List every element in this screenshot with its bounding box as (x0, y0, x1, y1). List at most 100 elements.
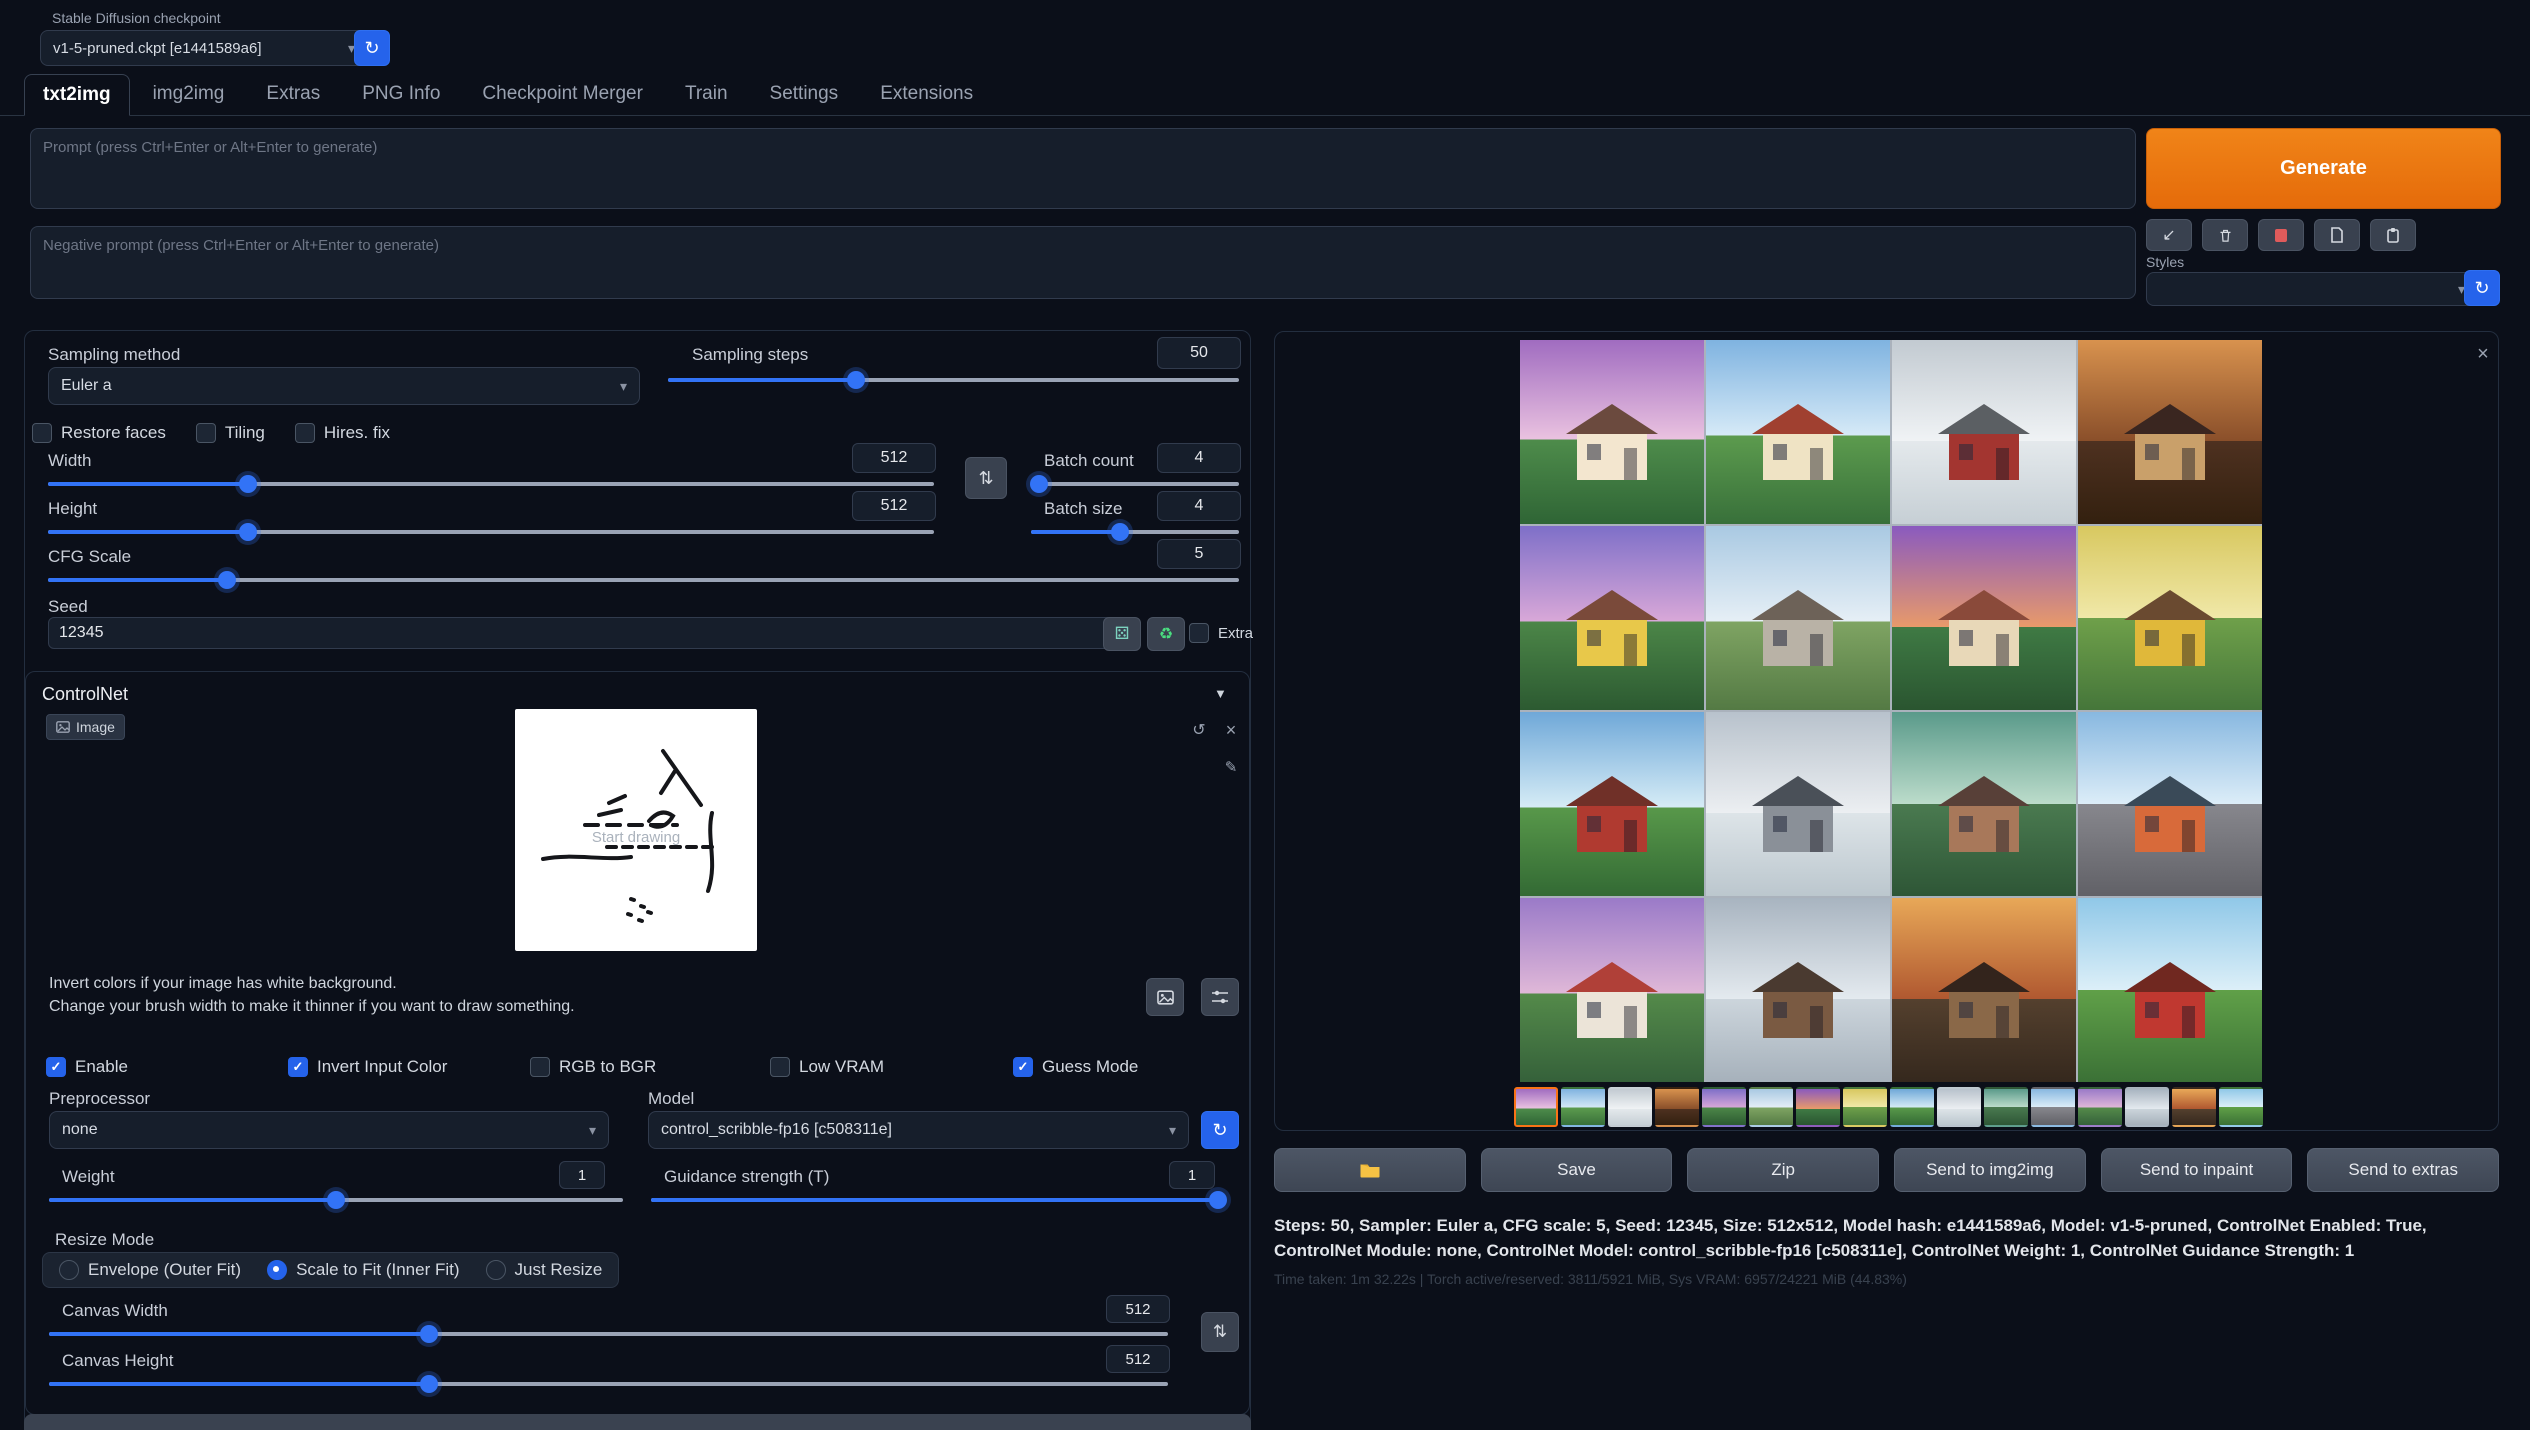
collapsed-script-section[interactable] (24, 1414, 1251, 1430)
gallery-image[interactable] (1706, 340, 1890, 524)
paste-params-button[interactable]: ↙ (2146, 219, 2192, 251)
gallery-thumbnail[interactable] (2078, 1087, 2122, 1127)
canvas-height-slider[interactable] (49, 1375, 1168, 1393)
gallery-thumbnail[interactable] (1655, 1087, 1699, 1127)
zip-button[interactable]: Zip (1687, 1148, 1879, 1192)
gallery-thumbnail[interactable] (2172, 1087, 2216, 1127)
cfg-scale-slider[interactable] (48, 571, 1239, 589)
guidance-strength-slider[interactable] (651, 1191, 1224, 1209)
gallery-thumbnail[interactable] (2031, 1087, 2075, 1127)
tab-img2img[interactable]: img2img (134, 73, 244, 115)
batch-size-input[interactable]: 4 (1157, 491, 1241, 521)
gallery-image[interactable] (1520, 712, 1704, 896)
undo-canvas-button[interactable]: ↺ (1186, 719, 1212, 741)
controlnet-title[interactable]: ControlNet (42, 684, 128, 705)
styles-dropdown[interactable]: ▾ (2146, 272, 2478, 306)
model-dropdown[interactable]: control_scribble-fp16 [c508311e] ▾ (648, 1111, 1189, 1149)
model-refresh-button[interactable]: ↻ (1201, 1111, 1239, 1149)
invert-input-color-checkbox[interactable]: Invert Input Color (288, 1057, 447, 1077)
prompt-input[interactable] (30, 128, 2136, 209)
gallery-image[interactable] (1520, 526, 1704, 710)
guidance-strength-input[interactable]: 1 (1169, 1161, 1215, 1189)
negative-prompt-input[interactable] (30, 226, 2136, 299)
guess-mode-checkbox[interactable]: Guess Mode (1013, 1057, 1138, 1077)
gallery-image[interactable] (1706, 712, 1890, 896)
canvas-width-input[interactable]: 512 (1106, 1295, 1170, 1323)
gallery-image[interactable] (1706, 898, 1890, 1082)
tiling-checkbox[interactable]: Tiling (196, 423, 265, 443)
upload-image-button[interactable] (1146, 978, 1184, 1016)
hires-fix-checkbox[interactable]: Hires. fix (295, 423, 390, 443)
preprocessor-dropdown[interactable]: none ▾ (49, 1111, 609, 1149)
gallery-thumbnail[interactable] (2219, 1087, 2263, 1127)
save-style-button[interactable] (2258, 219, 2304, 251)
reuse-seed-button[interactable]: ♻ (1147, 617, 1185, 651)
gallery-image[interactable] (2078, 898, 2262, 1082)
collapse-arrow-icon[interactable]: ▼ (1214, 686, 1227, 701)
resize-envelope-radio[interactable]: Envelope (Outer Fit) (59, 1260, 241, 1280)
tab-settings[interactable]: Settings (751, 73, 858, 115)
send-to-inpaint-button[interactable]: Send to inpaint (2101, 1148, 2293, 1192)
gallery-image[interactable] (1520, 898, 1704, 1082)
enable-checkbox[interactable]: Enable (46, 1057, 128, 1077)
generate-button[interactable]: Generate (2146, 128, 2501, 209)
apply-style-button[interactable] (2314, 219, 2360, 251)
extra-networks-button[interactable] (2370, 219, 2416, 251)
controlnet-image-tab[interactable]: Image (46, 714, 125, 740)
open-folder-button[interactable] (1274, 1148, 1466, 1192)
random-seed-button[interactable]: ⚄ (1103, 617, 1141, 651)
gallery-image[interactable] (2078, 712, 2262, 896)
scribble-canvas[interactable]: Start drawing (515, 709, 757, 951)
tab-txt2img[interactable]: txt2img (24, 74, 130, 116)
gallery-image[interactable] (1892, 340, 2076, 524)
low-vram-checkbox[interactable]: Low VRAM (770, 1057, 884, 1077)
gallery-thumbnail[interactable] (1561, 1087, 1605, 1127)
seed-input[interactable]: 12345 (48, 617, 1117, 649)
cfg-scale-input[interactable]: 5 (1157, 539, 1241, 569)
send-to-extras-button[interactable]: Send to extras (2307, 1148, 2499, 1192)
tab-extensions[interactable]: Extensions (861, 73, 992, 115)
canvas-width-slider[interactable] (49, 1325, 1168, 1343)
canvas-height-input[interactable]: 512 (1106, 1345, 1170, 1373)
gallery-thumbnail[interactable] (1937, 1087, 1981, 1127)
tab-train[interactable]: Train (666, 73, 747, 115)
weight-slider[interactable] (49, 1191, 623, 1209)
resize-scale-to-fit-radio[interactable]: Scale to Fit (Inner Fit) (267, 1260, 459, 1280)
gallery-thumbnail[interactable] (1796, 1087, 1840, 1127)
gallery-thumbnail[interactable] (1749, 1087, 1793, 1127)
gallery-thumbnail[interactable] (1514, 1087, 1558, 1127)
gallery-thumbnail[interactable] (2125, 1087, 2169, 1127)
rgb-to-bgr-checkbox[interactable]: RGB to BGR (530, 1057, 656, 1077)
height-slider[interactable] (48, 523, 934, 541)
seed-extra-checkbox[interactable]: Extra (1189, 623, 1253, 643)
gallery-image[interactable] (2078, 340, 2262, 524)
resize-just-resize-radio[interactable]: Just Resize (486, 1260, 603, 1280)
tab-checkpoint-merger[interactable]: Checkpoint Merger (463, 73, 662, 115)
swap-canvas-dims-button[interactable]: ⇅ (1201, 1312, 1239, 1352)
gallery-thumbnail[interactable] (1890, 1087, 1934, 1127)
brush-button[interactable]: ✎ (1218, 756, 1244, 778)
clear-prompt-button[interactable] (2202, 219, 2248, 251)
gallery-image[interactable] (1892, 526, 2076, 710)
styles-refresh-button[interactable]: ↻ (2464, 270, 2500, 306)
gallery-image[interactable] (1706, 526, 1890, 710)
restore-faces-checkbox[interactable]: Restore faces (32, 423, 166, 443)
sampling-method-dropdown[interactable]: Euler a ▾ (48, 367, 640, 405)
gallery-image[interactable] (1892, 898, 2076, 1082)
close-gallery-button[interactable]: × (2471, 342, 2495, 366)
gallery-image[interactable] (2078, 526, 2262, 710)
tab-extras[interactable]: Extras (247, 73, 339, 115)
checkpoint-refresh-button[interactable]: ↻ (354, 30, 390, 66)
canvas-settings-button[interactable] (1201, 978, 1239, 1016)
gallery-image[interactable] (1892, 712, 2076, 896)
swap-width-height-button[interactable]: ⇅ (965, 457, 1007, 499)
gallery-thumbnail[interactable] (1984, 1087, 2028, 1127)
batch-count-input[interactable]: 4 (1157, 443, 1241, 473)
width-input[interactable]: 512 (852, 443, 936, 473)
gallery-thumbnail[interactable] (1843, 1087, 1887, 1127)
send-to-img2img-button[interactable]: Send to img2img (1894, 1148, 2086, 1192)
gallery-thumbnail[interactable] (1702, 1087, 1746, 1127)
sampling-steps-slider[interactable] (668, 371, 1239, 389)
height-input[interactable]: 512 (852, 491, 936, 521)
save-button[interactable]: Save (1481, 1148, 1673, 1192)
